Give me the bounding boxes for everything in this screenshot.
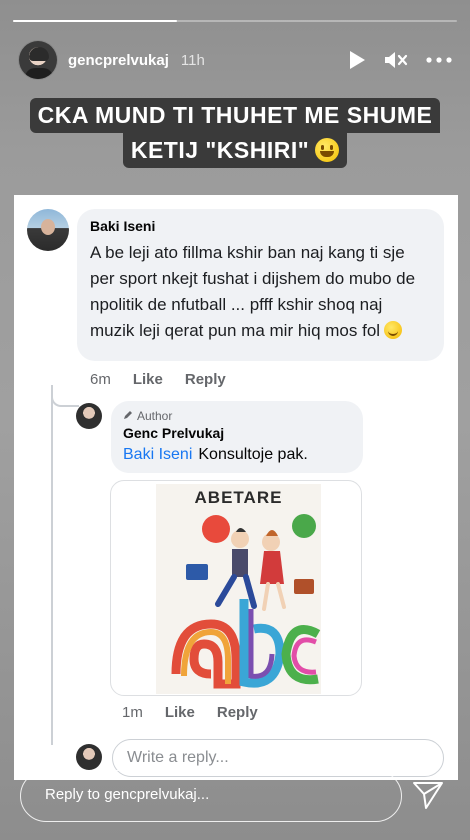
- caption-line-2: KETIJ "KSHIRI": [122, 133, 348, 168]
- winking-emoji-icon: [384, 321, 403, 339]
- play-icon[interactable]: [348, 50, 366, 70]
- reply-like-button[interactable]: Like: [165, 704, 195, 721]
- story-header: gencprelvukaj 11h: [18, 38, 452, 82]
- grinning-emoji-icon: [315, 138, 340, 162]
- comment-text-wrap: A be leji ato fillma kshir ban naj kang …: [90, 240, 431, 344]
- time-ago: 11h: [180, 51, 205, 69]
- username[interactable]: gencprelvukaj: [68, 52, 169, 69]
- story-caption: CKA MUND TI THUHET ME SHUME KETIJ "KSHIR…: [0, 98, 470, 168]
- reply-bubble: Author Genc Prelvukaj Baki Iseni Konsulto…: [111, 401, 363, 473]
- thread-line: [51, 395, 53, 745]
- caption-line-2-text: KETIJ "KSHIRI": [130, 137, 310, 163]
- reply-time: 1m: [122, 704, 143, 721]
- commenter-avatar[interactable]: [27, 209, 69, 251]
- author-badge-label: Author: [137, 409, 173, 423]
- reply-connector: [51, 385, 79, 407]
- profile-avatar[interactable]: [18, 40, 58, 80]
- reply-author[interactable]: Genc Prelvukaj: [123, 425, 351, 441]
- reply-author-avatar[interactable]: [76, 403, 102, 429]
- author-badge: Author: [123, 409, 351, 423]
- story-reply-input[interactable]: Reply to gencprelvukaj...: [20, 770, 402, 822]
- comment-author[interactable]: Baki Iseni: [90, 218, 431, 234]
- reply-actions: 1m Like Reply: [122, 704, 258, 721]
- current-user-avatar: [76, 744, 102, 770]
- mention-link[interactable]: Baki Iseni: [123, 446, 192, 463]
- reply-reply-button[interactable]: Reply: [217, 704, 258, 721]
- comment-text: A be leji ato fillma kshir ban naj kang …: [90, 243, 416, 340]
- comment-bubble: Baki Iseni A be leji ato fillma kshir ba…: [77, 209, 444, 361]
- story-progress-fill: [13, 20, 178, 22]
- comment-time: 6m: [90, 371, 111, 388]
- send-icon[interactable]: [412, 780, 444, 815]
- reply-button[interactable]: Reply: [185, 371, 226, 388]
- reply-text: Konsultoje pak.: [198, 446, 308, 463]
- reply-text-line: Baki Iseni Konsultoje pak.: [123, 446, 351, 464]
- screenshot-card: Baki Iseni A be leji ato fillma kshir ba…: [14, 195, 458, 780]
- header-controls: [348, 50, 452, 70]
- comment-actions: 6m Like Reply: [90, 371, 226, 388]
- caption-line-1: CKA MUND TI THUHET ME SHUME: [29, 98, 441, 133]
- abetare-cover: ABETARE: [156, 484, 321, 694]
- pencil-icon: [123, 409, 133, 423]
- like-button[interactable]: Like: [133, 371, 163, 388]
- mute-icon[interactable]: [384, 50, 408, 70]
- more-icon[interactable]: [426, 57, 452, 63]
- abetare-illustration: [171, 514, 321, 689]
- reply-image[interactable]: ABETARE: [110, 480, 362, 696]
- story-progress-bar: [13, 20, 457, 22]
